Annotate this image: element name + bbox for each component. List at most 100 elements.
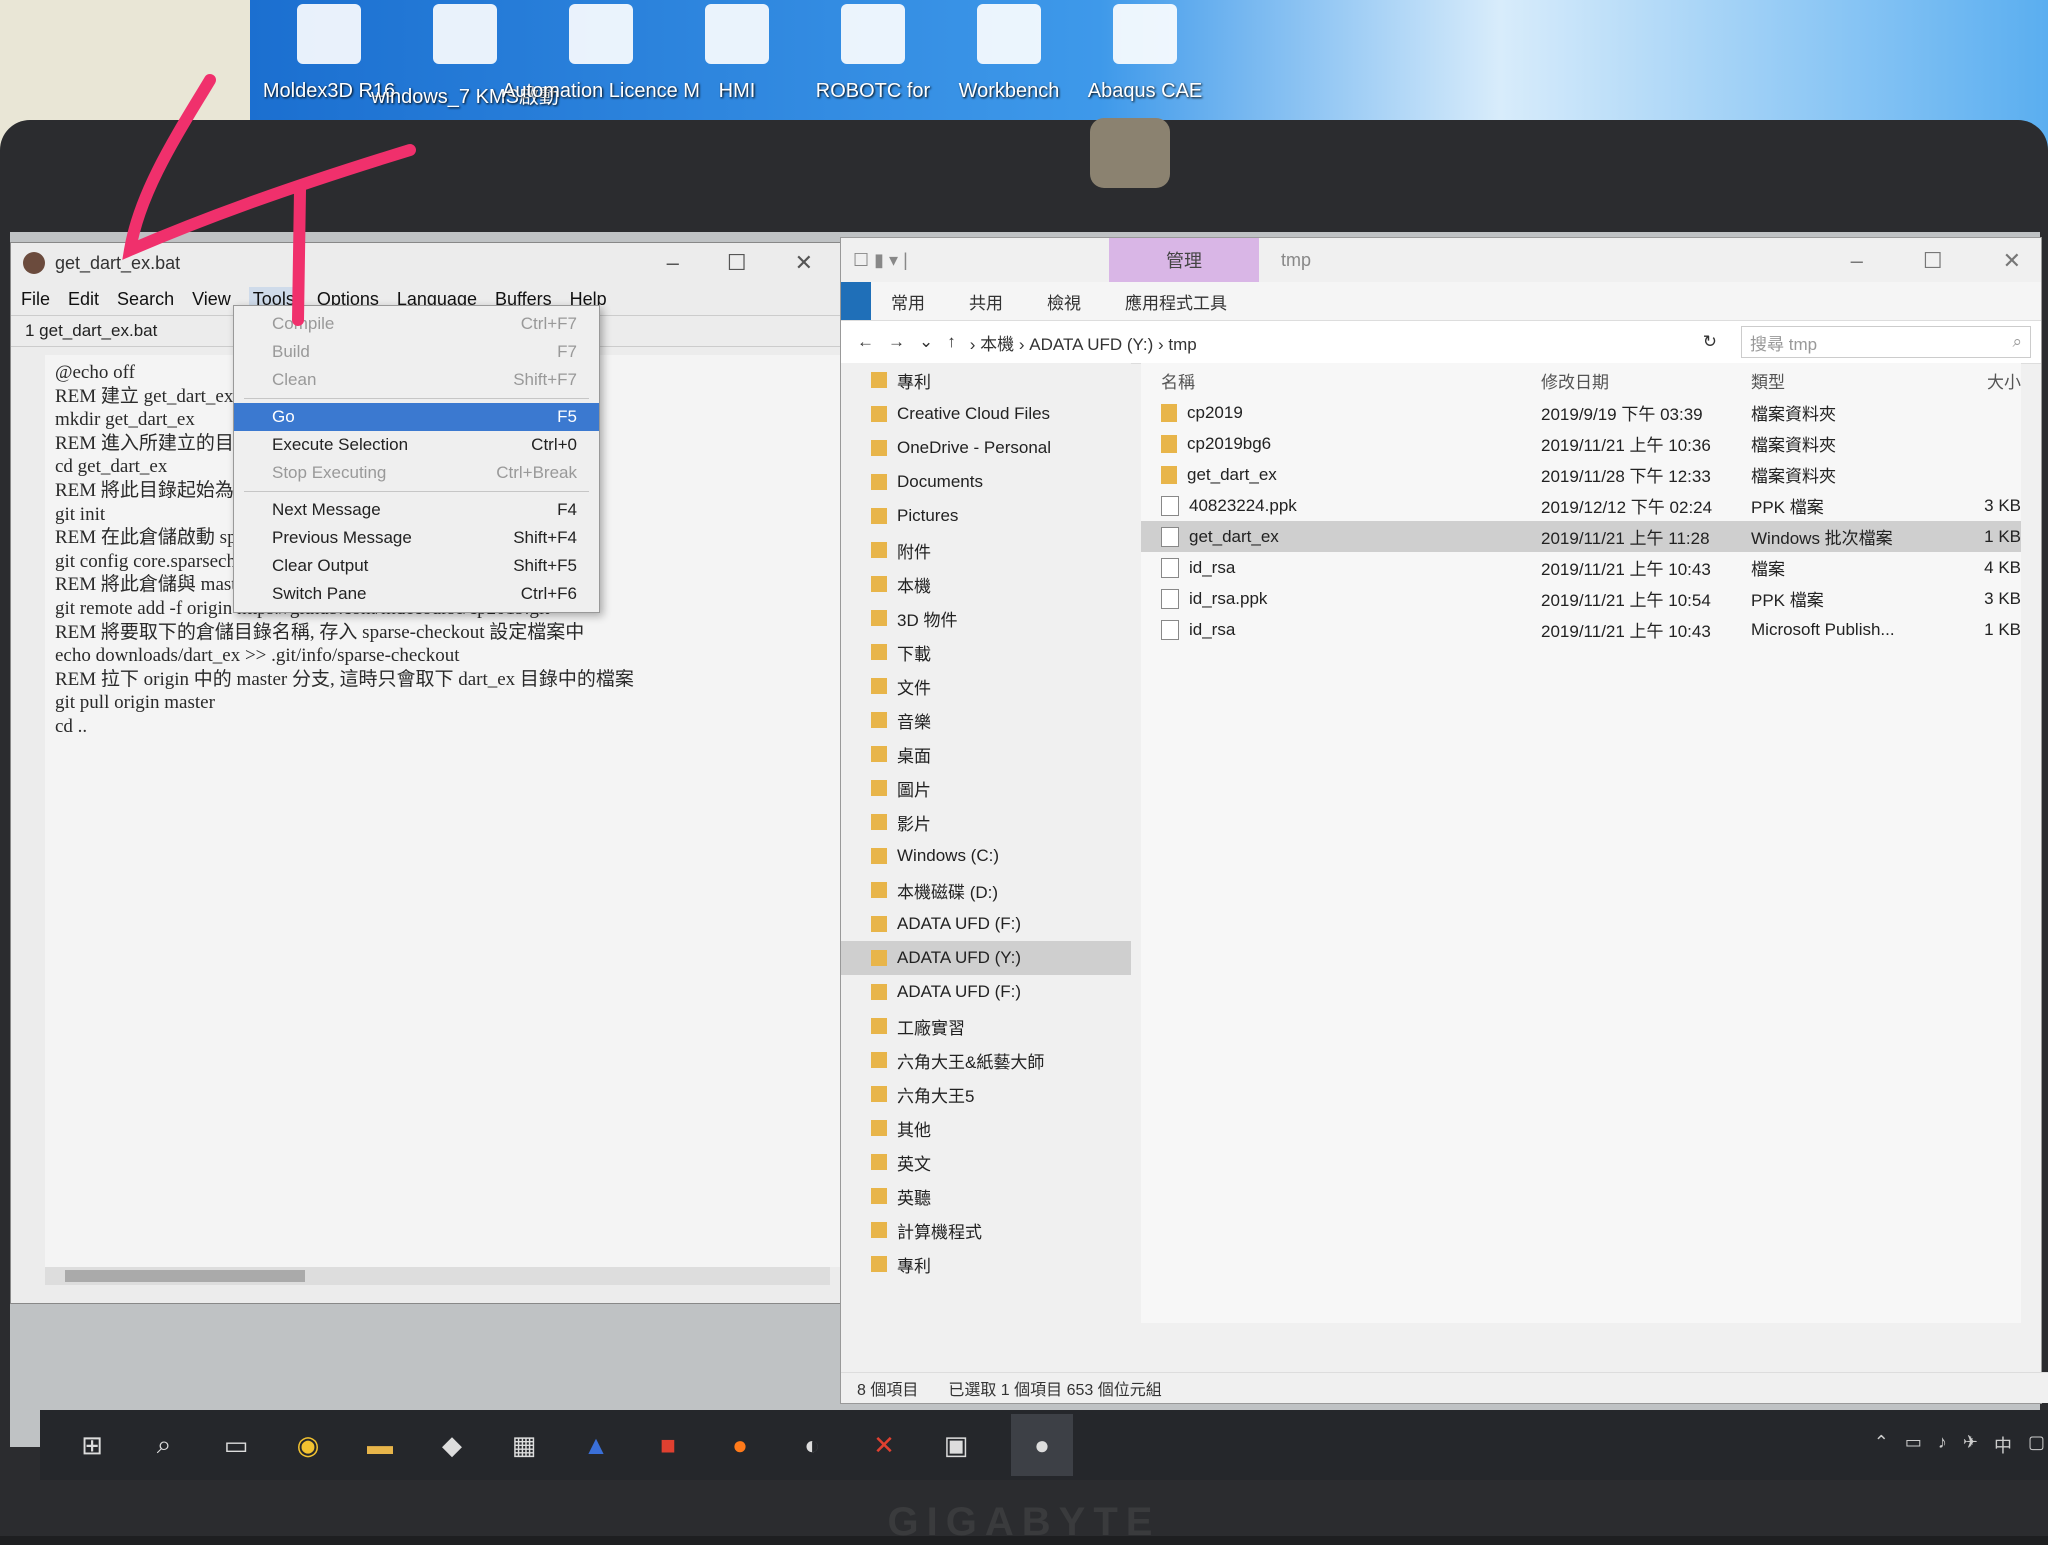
column-header[interactable]: 名稱 (1141, 368, 1541, 393)
column-header[interactable]: 類型 (1751, 368, 1941, 393)
minimize-icon[interactable]: – (667, 250, 679, 276)
nav-item[interactable]: 音樂 (841, 703, 1131, 737)
nav-item[interactable]: 附件 (841, 533, 1131, 567)
nav-item[interactable]: 六角大王5 (841, 1077, 1131, 1111)
ribbon-file-tab[interactable] (841, 282, 871, 320)
app-icon[interactable]: ◆ (435, 1428, 469, 1462)
menu-item-previous-message[interactable]: Previous Message Shift+F4 (234, 524, 599, 552)
file-row[interactable]: get_dart_ex 2019/11/21 上午 11:28 Windows 批次… (1141, 521, 2021, 552)
nav-item[interactable]: 文件 (841, 669, 1131, 703)
desktop-icon[interactable]: Abaqus CAE (1086, 0, 1204, 130)
nav-item[interactable]: ADATA UFD (F:) (841, 975, 1131, 1009)
airplane-icon[interactable]: ✈ (1963, 1432, 1978, 1458)
nav-item[interactable]: OneDrive - Personal (841, 431, 1131, 465)
nav-item[interactable]: 專利 (841, 363, 1131, 397)
volume-icon[interactable]: ♪ (1938, 1432, 1947, 1458)
nav-item[interactable]: 專利 (841, 1247, 1131, 1281)
app-icon[interactable]: ✕ (867, 1428, 901, 1462)
nav-item[interactable]: Pictures (841, 499, 1131, 533)
breadcrumb[interactable]: › 本機 › ADATA UFD (Y:) › tmp (970, 330, 1197, 355)
chrome-icon[interactable]: ◉ (291, 1428, 325, 1462)
close-icon[interactable]: ✕ (2003, 248, 2021, 274)
desktop-icon[interactable]: HMI (678, 0, 796, 130)
app-icon[interactable]: ■ (651, 1428, 685, 1462)
menu-item-switch-pane[interactable]: Switch Pane Ctrl+F6 (234, 580, 599, 608)
back-icon[interactable]: ← (857, 332, 874, 352)
menu-edit[interactable]: Edit (68, 289, 99, 310)
app-icon[interactable]: ▲ (579, 1428, 613, 1462)
nav-item[interactable]: 六角大王&紙藝大師 (841, 1043, 1131, 1077)
menu-item-next-message[interactable]: Next Message F4 (234, 496, 599, 524)
chevron-up-icon[interactable]: ⌃ (1874, 1432, 1889, 1458)
nav-item[interactable]: 工廠實習 (841, 1009, 1131, 1043)
nav-item[interactable]: 其他 (841, 1111, 1131, 1145)
scrollbar-thumb[interactable] (65, 1270, 305, 1282)
file-row[interactable]: id_rsa 2019/11/21 上午 10:43 Microsoft Publi… (1141, 614, 2021, 645)
file-explorer-icon[interactable]: ▬ (363, 1428, 397, 1462)
nav-item[interactable]: 本機磁碟 (D:) (841, 873, 1131, 907)
nav-item[interactable]: 英聽 (841, 1179, 1131, 1213)
terminal-icon[interactable]: ▣ (939, 1428, 973, 1462)
task-view-icon[interactable]: ▭ (219, 1428, 253, 1462)
ribbon-tab[interactable]: 常用 (891, 289, 925, 314)
menu-item-clean[interactable]: Clean Shift+F7 (234, 366, 599, 394)
nav-item[interactable]: ADATA UFD (Y:) (841, 941, 1131, 975)
menu-item-build[interactable]: Build F7 (234, 338, 599, 366)
quick-access-toolbar[interactable]: ☐ ▮ ▾ | (853, 250, 908, 271)
breadcrumb-item[interactable]: tmp (1168, 335, 1196, 354)
firefox-icon[interactable]: ● (723, 1428, 757, 1462)
ribbon-tab[interactable]: 檢視 (1047, 289, 1081, 314)
nav-item[interactable]: ADATA UFD (F:) (841, 907, 1131, 941)
nav-item[interactable]: Creative Cloud Files (841, 397, 1131, 431)
desktop-icon[interactable]: Workbench (950, 0, 1068, 130)
forward-icon[interactable]: → (888, 332, 905, 352)
calculator-icon[interactable]: ▦ (507, 1428, 541, 1462)
battery-icon[interactable]: ▭ (1905, 1432, 1922, 1458)
desktop-icon[interactable]: Automation Licence M (502, 0, 700, 130)
nav-item[interactable]: 3D 物件 (841, 601, 1131, 635)
menu-item-execute-selection[interactable]: Execute Selection Ctrl+0 (234, 431, 599, 459)
column-header[interactable]: 修改日期 (1541, 368, 1751, 393)
file-row[interactable]: 40823224.ppk 2019/12/12 下午 02:24 PPK 檔案 3 K… (1141, 490, 2021, 521)
notification-icon[interactable]: ▢ (2028, 1432, 2045, 1458)
nav-item[interactable]: 本機 (841, 567, 1131, 601)
search-input[interactable]: 搜尋 tmp ⌕ (1741, 326, 2031, 358)
chevron-down-icon[interactable]: ⌄ (919, 332, 933, 352)
close-icon[interactable]: ✕ (795, 250, 813, 276)
nav-item[interactable]: 下載 (841, 635, 1131, 669)
nav-item[interactable]: 計算機程式 (841, 1213, 1131, 1247)
breadcrumb-item[interactable]: ADATA UFD (Y:) (1029, 335, 1153, 354)
menu-file[interactable]: File (21, 289, 50, 310)
desktop-icon[interactable]: ROBOTC for (814, 0, 932, 130)
address-bar[interactable]: ← → ⌄ ↑ › 本機 › ADATA UFD (Y:) › tmp ↻ 搜尋… (841, 321, 2041, 364)
horizontal-scrollbar[interactable] (45, 1267, 830, 1285)
maximize-icon[interactable]: ☐ (727, 250, 747, 276)
maximize-icon[interactable]: ☐ (1923, 248, 1943, 274)
file-row[interactable]: cp2019bg6 2019/11/21 上午 10:36 檔案資料夾 (1141, 428, 2021, 459)
app-icon[interactable]: ◐ (795, 1428, 829, 1462)
ribbon-tab-manage[interactable]: 管理 (1109, 238, 1259, 282)
nav-item[interactable]: 英文 (841, 1145, 1131, 1179)
breadcrumb-item[interactable]: 本機 (980, 335, 1014, 354)
ribbon-tab[interactable]: 應用程式工具 (1125, 289, 1227, 314)
input-language[interactable]: 中 (1994, 1432, 2012, 1458)
menu-item-go[interactable]: Go F5 (234, 403, 599, 431)
column-header[interactable]: 大小 (1941, 368, 2021, 393)
scite-taskbar-icon[interactable]: ● (1011, 1414, 1073, 1476)
menu-item-clear-output[interactable]: Clear Output Shift+F5 (234, 552, 599, 580)
nav-item[interactable]: 影片 (841, 805, 1131, 839)
start-icon[interactable]: ⊞ (75, 1428, 109, 1462)
nav-item[interactable]: 圖片 (841, 771, 1131, 805)
ribbon-tab[interactable]: 共用 (969, 289, 1003, 314)
menu-item-stop-executing[interactable]: Stop Executing Ctrl+Break (234, 459, 599, 487)
refresh-icon[interactable]: ↻ (1703, 332, 1717, 352)
minimize-icon[interactable]: – (1851, 248, 1863, 274)
nav-item[interactable]: Windows (C:) (841, 839, 1131, 873)
nav-item[interactable]: Documents (841, 465, 1131, 499)
file-row[interactable]: id_rsa.ppk 2019/11/21 上午 10:54 PPK 檔案 3 KB (1141, 583, 2021, 614)
up-icon[interactable]: ↑ (947, 332, 956, 352)
nav-item[interactable]: 桌面 (841, 737, 1131, 771)
file-row[interactable]: cp2019 2019/9/19 下午 03:39 檔案資料夾 (1141, 397, 2021, 428)
file-row[interactable]: get_dart_ex 2019/11/28 下午 12:33 檔案資料夾 (1141, 459, 2021, 490)
file-row[interactable]: id_rsa 2019/11/21 上午 10:43 檔案 4 KB (1141, 552, 2021, 583)
